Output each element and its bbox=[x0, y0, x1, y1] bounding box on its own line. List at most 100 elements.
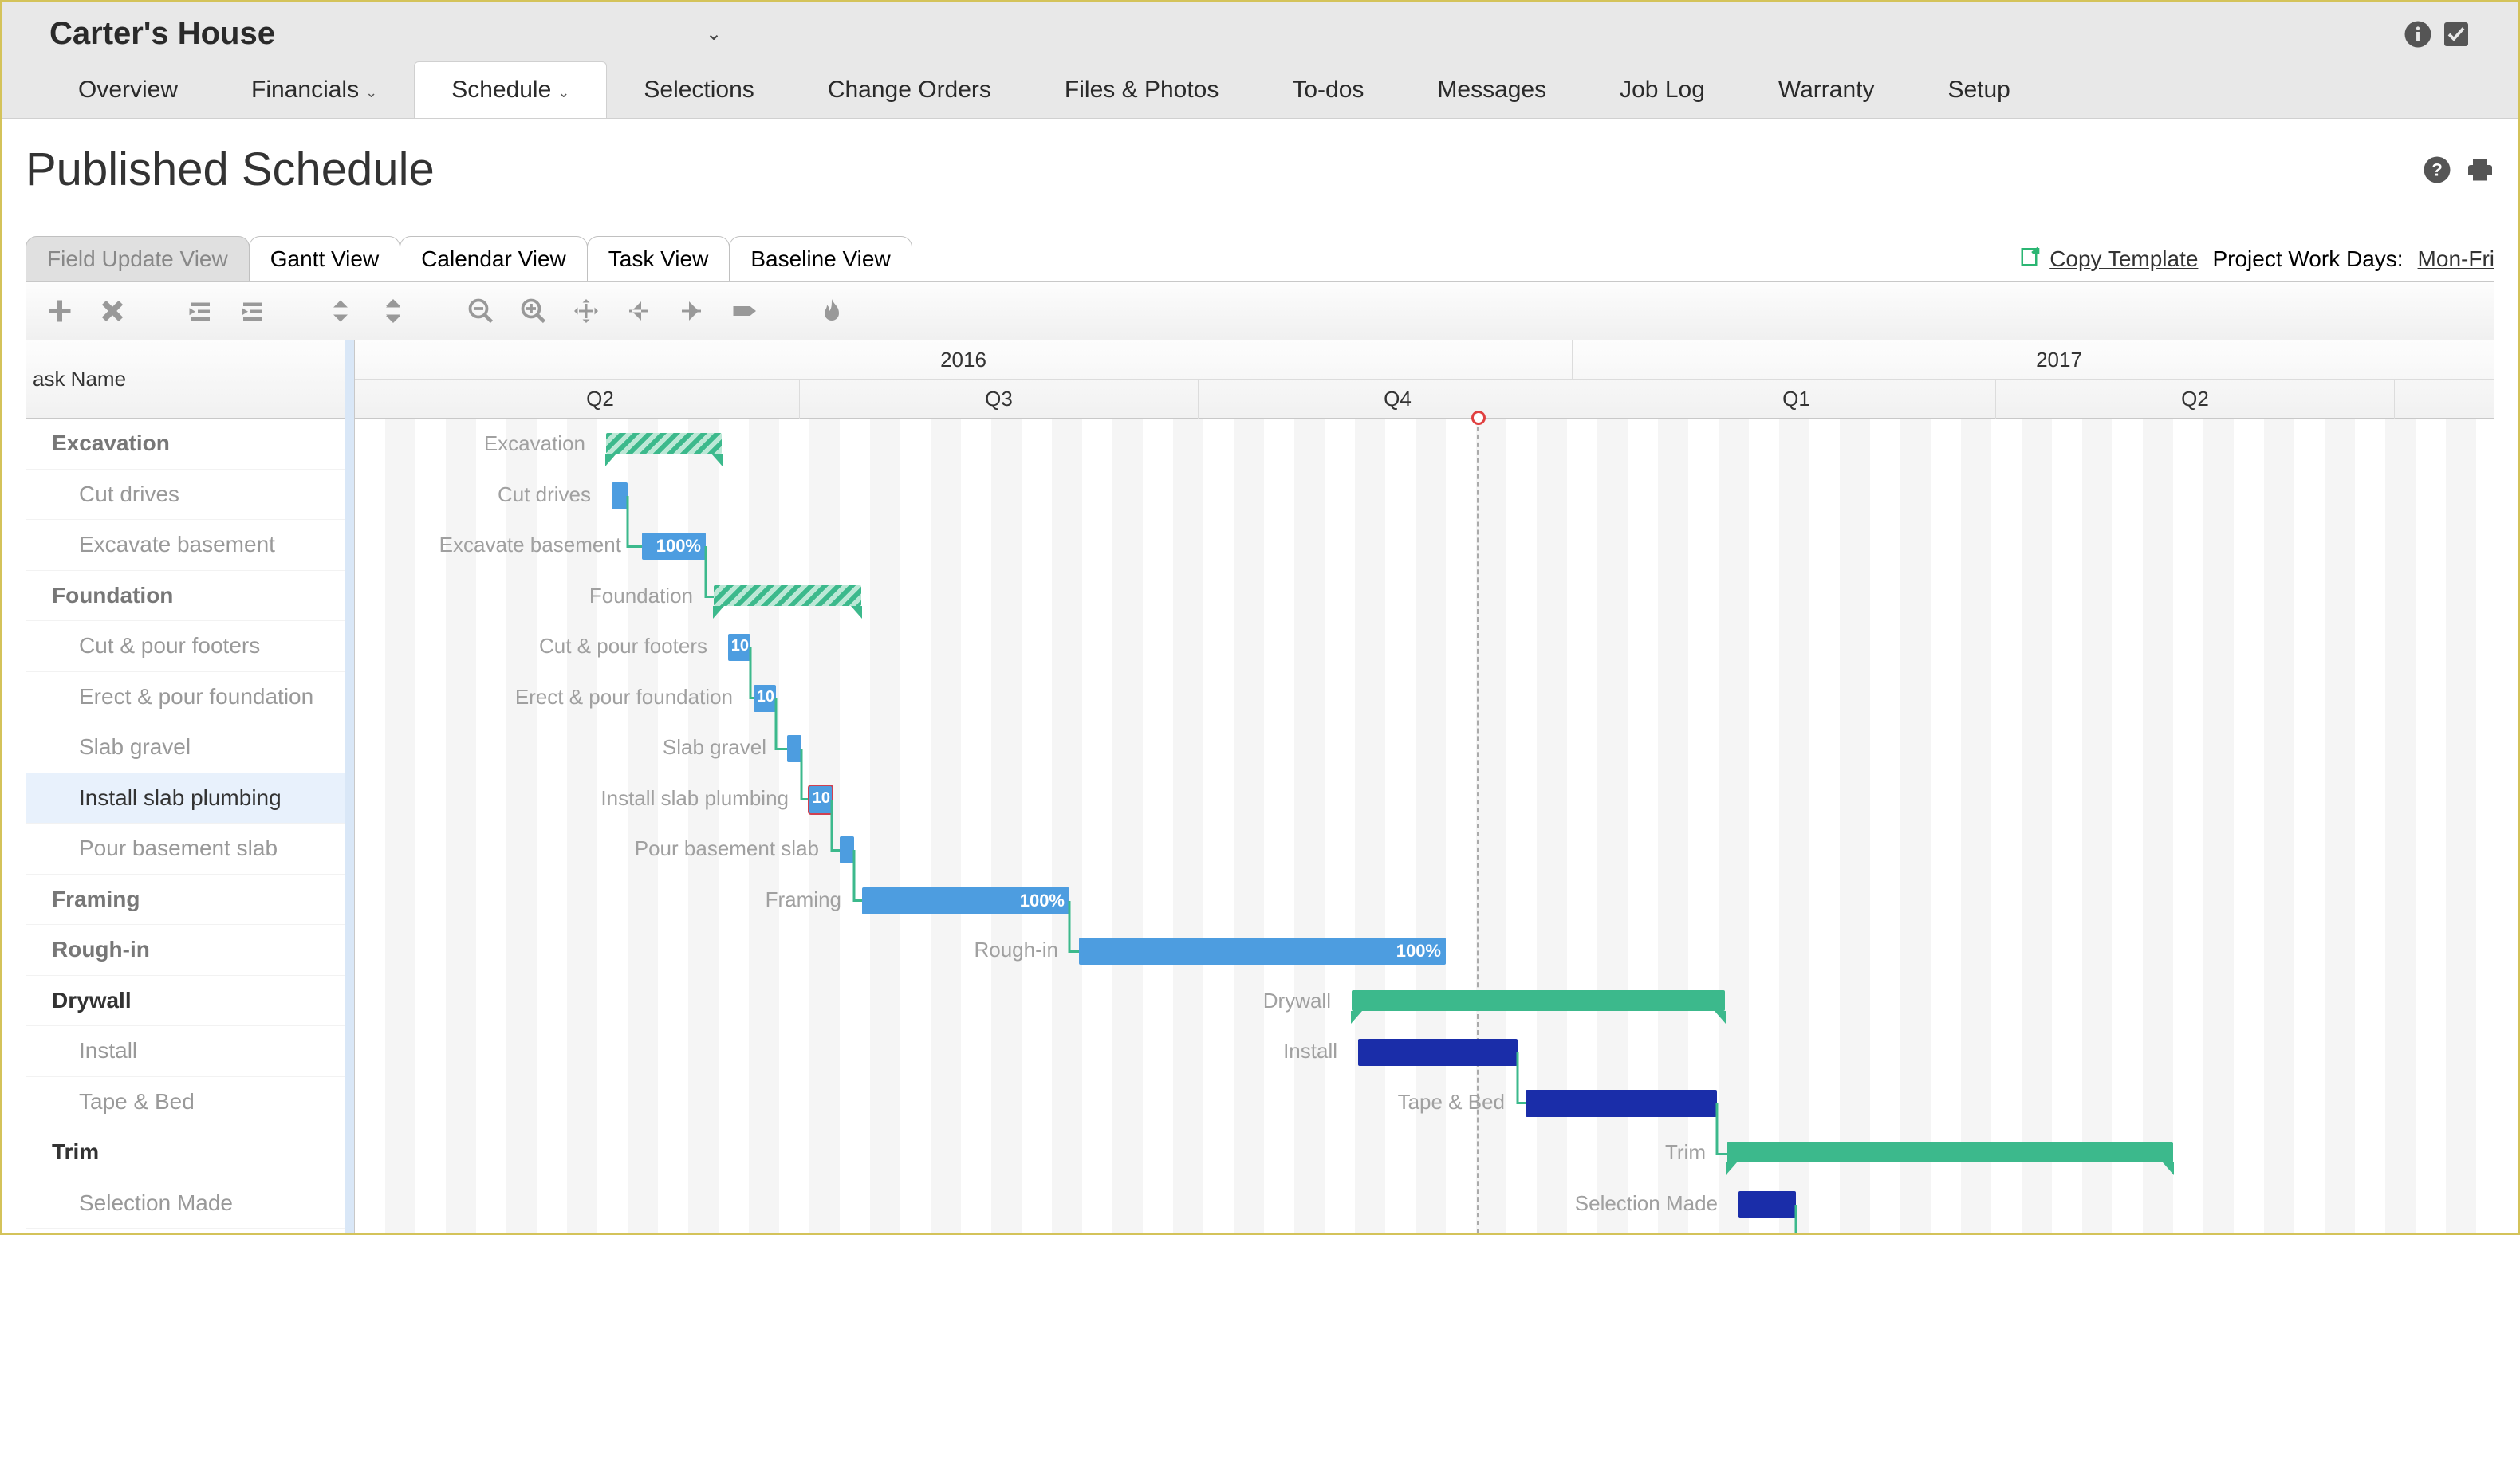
gantt-bar-percent: 100% bbox=[1396, 941, 1441, 962]
nav-tab-financials[interactable]: Financials⌄ bbox=[215, 62, 414, 118]
nav-tab-job-log[interactable]: Job Log bbox=[1583, 62, 1742, 118]
nav-tab-change-orders[interactable]: Change Orders bbox=[791, 62, 1028, 118]
page-title: Published Schedule bbox=[26, 143, 435, 196]
svg-text:?: ? bbox=[2431, 159, 2443, 179]
task-name-header: ask Name bbox=[26, 340, 345, 419]
gantt-row: Cut & pour footers10 bbox=[355, 621, 2494, 672]
view-tab-task-view[interactable]: Task View bbox=[587, 236, 730, 281]
gantt-row-label: Drywall bbox=[355, 976, 1344, 1027]
view-tab-gantt-view[interactable]: Gantt View bbox=[249, 236, 400, 281]
gantt-bar[interactable] bbox=[714, 585, 861, 606]
gantt-bar[interactable] bbox=[1352, 990, 1725, 1011]
view-tab-field-update-view: Field Update View bbox=[26, 236, 250, 281]
copy-template-label: Copy Template bbox=[2049, 246, 2198, 272]
gantt-bar[interactable]: 100% bbox=[1079, 938, 1446, 965]
gantt-row: Erect & pour foundation10 bbox=[355, 672, 2494, 723]
move-icon[interactable] bbox=[570, 295, 602, 327]
gantt-row: Slab gravel bbox=[355, 722, 2494, 773]
gantt-row: Framing100% bbox=[355, 875, 2494, 926]
task-row[interactable]: Tape & Bed bbox=[26, 1077, 345, 1128]
gantt-bar[interactable]: 100% bbox=[862, 887, 1069, 914]
timeline-year: 2016 bbox=[355, 340, 1573, 380]
task-row[interactable]: Foundation bbox=[26, 571, 345, 622]
gantt-row-label: Excavation bbox=[355, 419, 598, 470]
gantt-row: Excavation bbox=[355, 419, 2494, 470]
nav-tab-setup[interactable]: Setup bbox=[1911, 62, 2046, 118]
timeline-quarter: Q1 bbox=[1597, 380, 1996, 419]
tag-icon[interactable] bbox=[728, 295, 760, 327]
task-row[interactable]: Slab gravel bbox=[26, 722, 345, 773]
nav-tab-selections[interactable]: Selections bbox=[607, 62, 790, 118]
task-row[interactable]: Trim bbox=[26, 1127, 345, 1178]
gantt-row-label: Trim bbox=[355, 1127, 1719, 1178]
check-icon[interactable] bbox=[2442, 20, 2471, 49]
add-icon[interactable] bbox=[44, 295, 76, 327]
view-tab-calendar-view[interactable]: Calendar View bbox=[400, 236, 588, 281]
column-splitter[interactable] bbox=[345, 340, 355, 1233]
nav-tab-to-dos[interactable]: To-dos bbox=[1255, 62, 1400, 118]
task-row[interactable]: Excavate basement bbox=[26, 520, 345, 571]
timeline-quarter: Q3 bbox=[800, 380, 1199, 419]
gantt-row-label: Install slab plumbing bbox=[355, 773, 801, 824]
project-title-dropdown[interactable]: ⌄ bbox=[706, 22, 722, 45]
gantt-bar[interactable] bbox=[1738, 1191, 1796, 1218]
info-icon[interactable] bbox=[2404, 20, 2432, 49]
task-row[interactable]: Install slab plumbing bbox=[26, 773, 345, 824]
task-row[interactable]: Install bbox=[26, 1229, 345, 1233]
copy-template-link[interactable]: Copy Template bbox=[2019, 244, 2198, 273]
gantt-bar-percent: 100% bbox=[656, 536, 701, 557]
gantt-row: Selection Made bbox=[355, 1178, 2494, 1229]
prev-icon[interactable] bbox=[623, 295, 655, 327]
task-row[interactable]: Cut & pour footers bbox=[26, 621, 345, 672]
gantt-row-label: Install bbox=[355, 1026, 1350, 1077]
gantt-row: Cut drives bbox=[355, 470, 2494, 521]
task-row[interactable]: Selection Made bbox=[26, 1178, 345, 1229]
gantt-row: Install bbox=[355, 1026, 2494, 1077]
nav-tab-files-photos[interactable]: Files & Photos bbox=[1028, 62, 1255, 118]
help-icon[interactable]: ? bbox=[2423, 155, 2451, 184]
gantt-bar[interactable] bbox=[606, 433, 722, 454]
next-icon[interactable] bbox=[675, 295, 707, 327]
gantt-row: Excavate basement100% bbox=[355, 520, 2494, 571]
collapse-icon[interactable] bbox=[325, 295, 356, 327]
task-row[interactable]: Erect & pour foundation bbox=[26, 672, 345, 723]
gantt-bar[interactable]: 100% bbox=[642, 533, 706, 560]
gantt-row-label: Slab gravel bbox=[355, 722, 779, 773]
gantt-bar-percent: 100% bbox=[1020, 891, 1065, 911]
gantt-bar-percent: 10 bbox=[731, 637, 749, 655]
task-row[interactable]: Excavation bbox=[26, 419, 345, 470]
indent-icon[interactable] bbox=[237, 295, 269, 327]
view-tab-baseline-view[interactable]: Baseline View bbox=[729, 236, 912, 281]
task-row[interactable]: Drywall bbox=[26, 976, 345, 1027]
chevron-down-icon: ⌄ bbox=[557, 85, 569, 101]
gantt-row-label: Install bbox=[355, 1229, 1798, 1233]
gantt-bar[interactable] bbox=[1526, 1090, 1717, 1117]
gantt-row: Drywall bbox=[355, 976, 2494, 1027]
zoom-in-icon[interactable] bbox=[518, 295, 549, 327]
expand-icon[interactable] bbox=[377, 295, 409, 327]
task-row[interactable]: Cut drives bbox=[26, 470, 345, 521]
timeline-quarter: Q2 bbox=[1996, 380, 2395, 419]
zoom-out-icon[interactable] bbox=[465, 295, 497, 327]
gantt-row: Trim bbox=[355, 1127, 2494, 1178]
task-row[interactable]: Install bbox=[26, 1026, 345, 1077]
work-days-label: Project Work Days: bbox=[2212, 246, 2403, 272]
task-row[interactable]: Framing bbox=[26, 875, 345, 926]
outdent-icon[interactable] bbox=[184, 295, 216, 327]
task-row[interactable]: Rough-in bbox=[26, 925, 345, 976]
print-icon[interactable] bbox=[2466, 155, 2494, 184]
flame-icon[interactable] bbox=[816, 295, 848, 327]
nav-tab-schedule[interactable]: Schedule⌄ bbox=[414, 61, 607, 118]
gantt-bar[interactable] bbox=[1358, 1039, 1518, 1066]
delete-icon[interactable] bbox=[96, 295, 128, 327]
gantt-row-label: Pour basement slab bbox=[355, 824, 832, 875]
gantt-row-label: Selection Made bbox=[355, 1178, 1731, 1229]
nav-tab-warranty[interactable]: Warranty bbox=[1742, 62, 1912, 118]
work-days-link[interactable]: Mon-Fri bbox=[2418, 246, 2494, 272]
task-row[interactable]: Pour basement slab bbox=[26, 824, 345, 875]
nav-tab-messages[interactable]: Messages bbox=[1400, 62, 1583, 118]
gantt-bar[interactable] bbox=[1727, 1142, 2173, 1162]
gantt-row-label: Rough-in bbox=[355, 925, 1071, 976]
nav-tab-overview[interactable]: Overview bbox=[41, 62, 215, 118]
gantt-row: Pour basement slab bbox=[355, 824, 2494, 875]
